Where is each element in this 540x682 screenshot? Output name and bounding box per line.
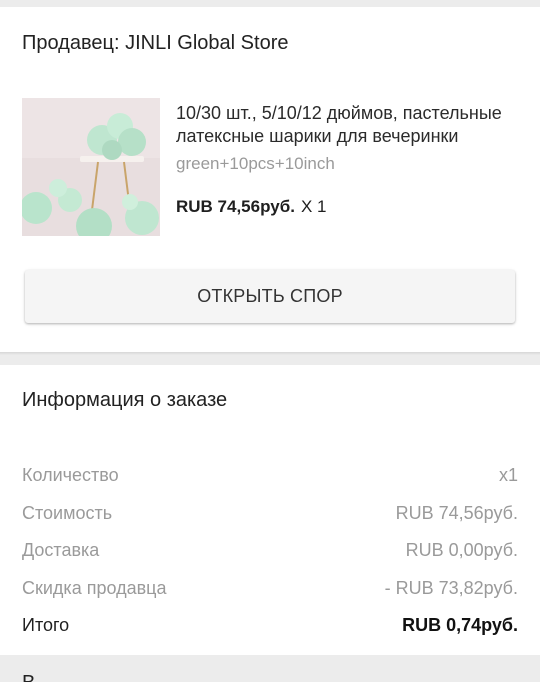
product-variant: green+10pcs+10inch (176, 154, 335, 173)
balloons-photo-icon (22, 98, 160, 236)
seller-name[interactable]: Продавец: JINLI Global Store (22, 32, 288, 55)
row-label: Доставка (22, 540, 100, 561)
seller-product-card: Продавец: JINLI Global Store 10/30 шт., … (0, 7, 540, 352)
order-row-cost: Стоимость RUB 74,56руб. (22, 495, 518, 533)
product-thumbnail[interactable] (22, 98, 160, 236)
product-quantity: X 1 (300, 197, 327, 216)
row-label: Скидка продавца (22, 577, 167, 598)
order-info-rows: Количество x1 Стоимость RUB 74,56руб. До… (22, 457, 518, 645)
order-info-heading: Информация о заказе (22, 389, 228, 411)
product-title[interactable]: 10/30 шт., 5/10/12 дюймов, пастельные ла… (176, 102, 524, 148)
product-price-row: RUB 74,56руб. X 1 (176, 197, 326, 217)
next-section-heading: В (22, 672, 35, 682)
section-divider (0, 352, 540, 355)
row-label: Итого (22, 615, 70, 636)
order-row-quantity: Количество x1 (22, 457, 518, 495)
row-value: - RUB 73,82руб. (384, 577, 518, 598)
row-label: Стоимость (22, 502, 113, 523)
product-price: RUB 74,56руб. (176, 197, 295, 216)
order-info-card: Информация о заказе Количество x1 Стоимо… (0, 365, 540, 655)
open-dispute-button[interactable]: ОТКРЫТЬ СПОР (25, 270, 515, 323)
row-value: RUB 0,00руб. (405, 540, 518, 561)
order-row-seller-discount: Скидка продавца - RUB 73,82руб. (22, 570, 518, 608)
order-row-shipping: Доставка RUB 0,00руб. (22, 532, 518, 570)
order-detail-page: Продавец: JINLI Global Store 10/30 шт., … (0, 0, 540, 682)
row-value: x1 (498, 465, 518, 486)
order-row-total: Итого RUB 0,74руб. (22, 607, 518, 645)
row-value: RUB 0,74руб. (402, 615, 518, 636)
row-label: Количество (22, 465, 119, 486)
row-value: RUB 74,56руб. (395, 502, 518, 523)
